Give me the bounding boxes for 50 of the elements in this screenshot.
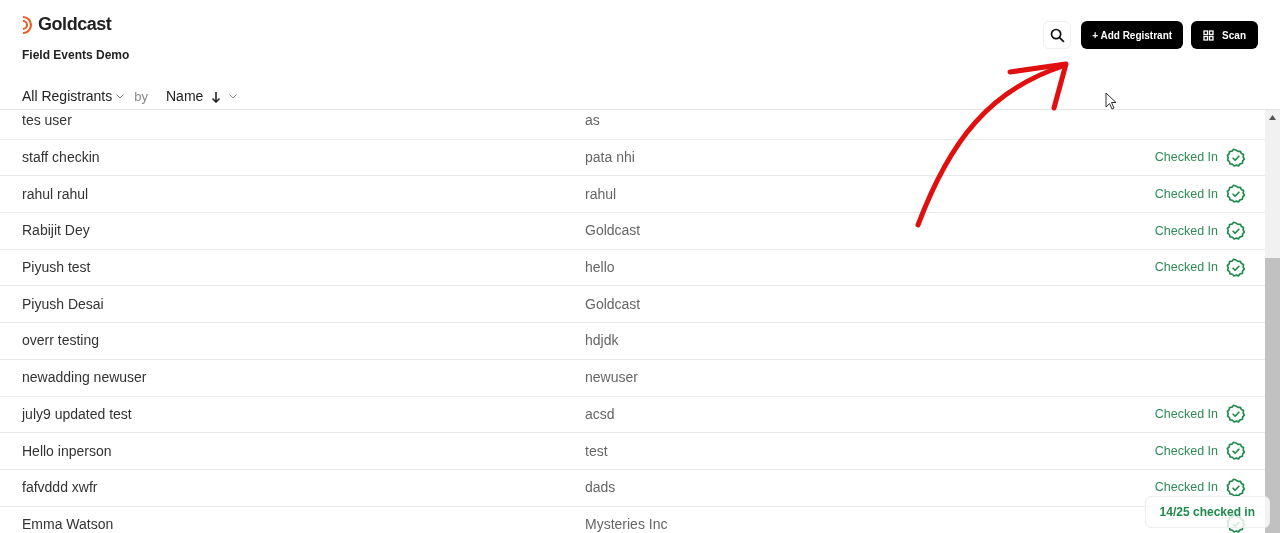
status-label: Checked In: [1154, 222, 1218, 240]
registrant-name: july9 updated test: [22, 404, 133, 424]
status-label: Checked In: [1154, 405, 1218, 423]
company-name: pata nhi: [585, 148, 636, 168]
add-registrant-button[interactable]: + Add Registrant: [1081, 21, 1184, 49]
company-name: test: [585, 441, 609, 461]
registrant-name: Hello inperson: [22, 441, 113, 461]
logo-icon: [22, 14, 34, 35]
status-label: Checked In: [1154, 149, 1218, 167]
checked-in-summary: 14/25 checked in: [1144, 496, 1270, 528]
status-label: Checked In: [1154, 185, 1218, 203]
cursor-icon: [1105, 92, 1117, 110]
status-label: Checked In: [1154, 479, 1218, 497]
company-name: hdjdk: [585, 331, 620, 351]
company-name: Goldcast: [585, 294, 642, 314]
chevron-down-icon: [116, 94, 125, 99]
by-label: by: [134, 87, 148, 106]
group-dropdown[interactable]: All Registrants: [22, 86, 125, 107]
registrant-name: Piyush Desai: [22, 294, 105, 314]
scan-button[interactable]: Scan: [1191, 21, 1258, 49]
qr-code-icon: [1203, 29, 1215, 41]
registrant-name: overr testing: [22, 331, 101, 351]
company-name: dads: [585, 478, 617, 498]
registrant-name: Rabijit Dey: [22, 221, 91, 241]
company-name: Mysteries Inc: [585, 514, 669, 533]
brand-name: Goldcast: [38, 13, 112, 36]
search-button[interactable]: [1043, 21, 1072, 49]
sort-down-icon: [211, 90, 222, 103]
registrant-name: Piyush test: [22, 258, 92, 278]
status-label: Checked In: [1154, 259, 1218, 277]
registrant-name: newadding newuser: [22, 368, 148, 388]
registrant-name: staff checkin: [22, 148, 101, 168]
company-name: as: [585, 111, 601, 131]
scrollbar-thumb[interactable]: [1265, 258, 1280, 533]
scrollbar[interactable]: [1265, 110, 1280, 533]
status-label: Checked In: [1154, 442, 1218, 460]
event-name: Field Events Demo: [22, 47, 131, 64]
chevron-down-icon: [229, 94, 238, 99]
scroll-up-icon[interactable]: [1269, 115, 1276, 120]
registrant-name: Emma Watson: [22, 514, 115, 533]
company-name: rahul: [585, 184, 618, 204]
search-icon: [1048, 26, 1066, 44]
company-name: newuser: [585, 368, 639, 388]
registrant-name: tes user: [22, 111, 73, 131]
company-name: hello: [585, 258, 616, 278]
sort-dropdown[interactable]: Name: [166, 86, 238, 107]
company-name: Goldcast: [585, 221, 642, 241]
registrant-name: rahul rahul: [22, 184, 90, 204]
company-name: acsd: [585, 404, 616, 424]
registrant-name: fafvddd xwfr: [22, 478, 99, 498]
